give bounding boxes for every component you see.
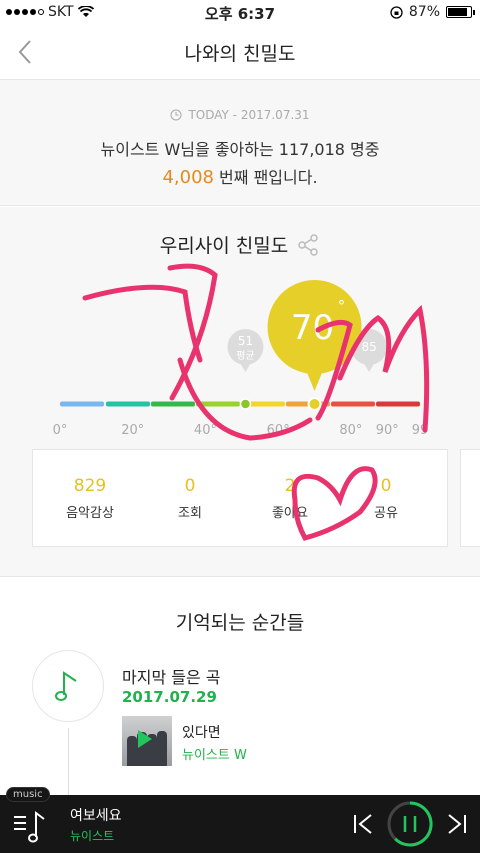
next-icon[interactable] — [444, 795, 470, 853]
handwriting-stroke — [337, 304, 430, 433]
previous-icon[interactable] — [350, 795, 376, 853]
song-title[interactable]: 있다면 — [182, 722, 221, 742]
moment-date: 2017.07.29 — [122, 688, 217, 706]
player-artist[interactable]: 뉴이스트 — [70, 827, 114, 844]
handwriting-stroke — [82, 284, 203, 363]
moments-title: 기억되는 순간들 — [175, 612, 305, 634]
playlist-icon[interactable] — [10, 803, 50, 847]
moment-title: 마지막 들은 곡 — [122, 668, 221, 687]
pause-icon — [403, 816, 417, 832]
handwriting-stroke — [177, 357, 313, 441]
mini-player[interactable]: music 여보세요 뉴이스트 — [0, 787, 480, 853]
song-artist[interactable]: 뉴이스트 W — [182, 744, 247, 763]
handwriting-stroke — [291, 466, 378, 541]
moments-section: 기억되는 순간들 마지막 들은 곡 2017.07.29 있다면 뉴이스트 W — [0, 578, 480, 798]
pause-button[interactable] — [385, 795, 435, 853]
timeline-node — [32, 650, 104, 722]
music-tag: music — [6, 787, 50, 802]
music-note-icon — [55, 671, 77, 701]
play-icon[interactable] — [138, 730, 152, 748]
player-song-title[interactable]: 여보세요 — [70, 805, 122, 825]
timeline-line — [68, 728, 69, 798]
album-cover[interactable] — [122, 716, 172, 766]
